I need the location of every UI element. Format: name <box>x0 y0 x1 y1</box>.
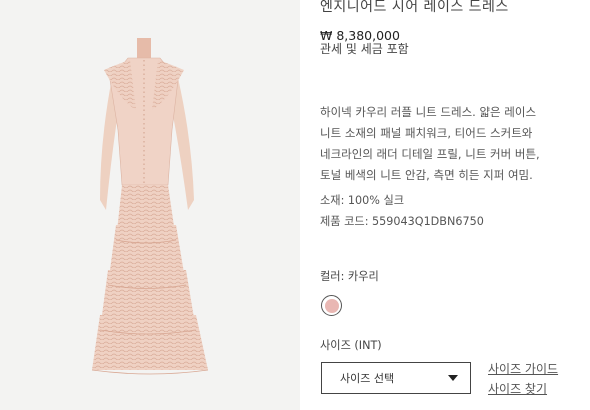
find-size-link[interactable]: 사이즈 찾기 <box>488 380 547 397</box>
description-line: 네크라인의 래더 디테일 프릴, 니트 커버 버튼, <box>320 147 540 161</box>
product-image[interactable] <box>0 0 300 410</box>
description-line: 니트 소재의 패널 패치워크, 티어드 스커트와 <box>320 126 533 140</box>
color-swatch-fill <box>324 298 339 313</box>
size-guide-link[interactable]: 사이즈 가이드 <box>488 360 558 377</box>
product-description: 하이넥 카우리 러플 니트 드레스. 얇은 레이스 니트 소재의 패널 패치워크… <box>320 102 582 186</box>
color-swatch-cowrie[interactable] <box>321 295 342 316</box>
dress-illustration <box>91 38 209 375</box>
tax-note: 관세 및 세금 포함 <box>320 42 409 56</box>
description-line: 하이넥 카우리 러플 니트 드레스. 얇은 레이스 <box>320 105 537 119</box>
size-label: 사이즈 (INT) <box>320 339 382 352</box>
dress-collar <box>137 38 151 60</box>
description-line: 토널 베색의 니트 안감, 측면 히든 지퍼 여밈. <box>320 168 533 182</box>
color-label: 컬러: 카우리 <box>320 270 379 283</box>
material-info: 소재: 100% 실크 <box>320 194 405 207</box>
size-select-value: 사이즈 선택 <box>340 372 395 385</box>
product-title: 엔지니어드 시어 레이스 드레스 <box>320 0 509 15</box>
caret-down-icon <box>448 375 458 381</box>
product-code: 제품 코드: 559043Q1DBN6750 <box>320 215 484 228</box>
size-select-dropdown[interactable]: 사이즈 선택 <box>321 362 471 394</box>
product-info-panel: 엔지니어드 시어 레이스 드레스 ₩ 8,380,000 관세 및 세금 포함 … <box>320 0 590 410</box>
